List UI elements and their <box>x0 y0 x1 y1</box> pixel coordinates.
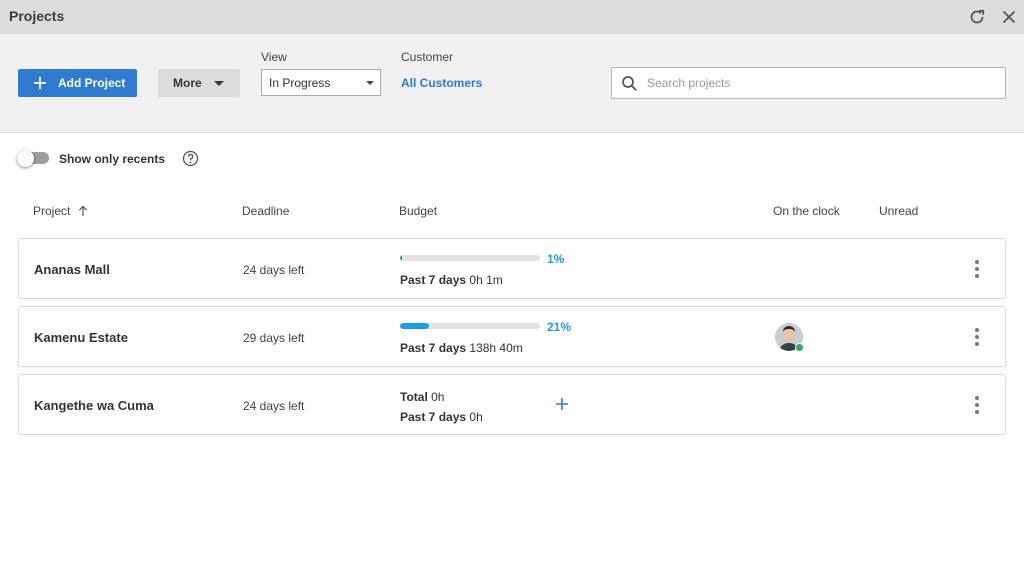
project-row-kamenu-estate[interactable]: Kamenu Estate 29 days left 21% Past 7 da… <box>18 306 1006 367</box>
add-project-button[interactable]: Add Project <box>18 69 137 97</box>
window-title: Projects <box>9 8 65 24</box>
project-row-ananas-mall[interactable]: Ananas Mall 24 days left 1% Past 7 days … <box>18 238 1006 299</box>
project-deadline: 29 days left <box>243 331 305 345</box>
project-name: Ananas Mall <box>34 262 110 277</box>
column-header-project[interactable]: Project <box>33 204 88 218</box>
caret-down-icon <box>214 81 224 86</box>
caret-down-icon <box>366 81 374 85</box>
project-deadline: 24 days left <box>243 399 305 413</box>
project-row-kangethe-wa-cuma[interactable]: Kangethe wa Cuma 24 days left Total 0h P… <box>18 374 1006 435</box>
title-bar: Projects <box>0 0 1024 34</box>
project-deadline: 24 days left <box>243 263 305 277</box>
budget-total: Total 0h <box>400 390 444 404</box>
past-7-days: Past 7 days 0h <box>400 410 483 424</box>
past-7-days-value: 138h 40m <box>469 341 523 355</box>
search-icon <box>622 76 637 91</box>
view-select[interactable]: In Progress <box>261 69 381 96</box>
plus-icon <box>34 77 46 89</box>
column-header-on-the-clock[interactable]: On the clock <box>773 204 840 218</box>
more-button[interactable]: More <box>158 69 240 97</box>
past-7-days-label: Past 7 days <box>400 273 467 287</box>
view-label: View <box>261 50 287 64</box>
help-icon[interactable] <box>182 150 199 167</box>
sort-ascending-icon <box>78 205 87 216</box>
budget-progress-fill <box>400 255 403 261</box>
search-input[interactable] <box>647 74 997 92</box>
search-box[interactable] <box>611 67 1006 99</box>
budget-percent: 1% <box>547 252 565 266</box>
past-7-days: Past 7 days 138h 40m <box>400 341 523 355</box>
budget-progress-bar <box>400 255 540 261</box>
budget-total-label: Total <box>400 390 428 404</box>
budget-percent: 21% <box>547 320 572 334</box>
more-label: More <box>173 76 202 90</box>
budget-total-value: 0h <box>431 390 445 404</box>
close-icon[interactable] <box>999 7 1019 27</box>
past-7-days-label: Past 7 days <box>400 341 467 355</box>
more-options-icon[interactable] <box>974 260 980 278</box>
more-options-icon[interactable] <box>974 396 980 414</box>
show-only-recents-label: Show only recents <box>59 152 166 166</box>
past-7-days-label: Past 7 days <box>400 410 467 424</box>
more-options-icon[interactable] <box>974 328 980 346</box>
budget-progress-fill <box>400 323 430 329</box>
show-only-recents-toggle[interactable] <box>17 150 49 167</box>
budget-progress-bar <box>400 323 540 329</box>
online-status-dot <box>795 343 804 352</box>
add-budget-plus-icon[interactable] <box>554 396 570 412</box>
project-name: Kamenu Estate <box>34 330 128 345</box>
add-project-label: Add Project <box>58 76 126 90</box>
project-name: Kangethe wa Cuma <box>34 398 154 413</box>
column-header-unread[interactable]: Unread <box>879 204 918 218</box>
past-7-days-value: 0h <box>469 410 483 424</box>
column-header-project-label: Project <box>33 204 71 218</box>
column-header-deadline[interactable]: Deadline <box>242 204 289 218</box>
column-header-budget[interactable]: Budget <box>399 204 437 218</box>
customer-filter-link[interactable]: All Customers <box>401 76 482 90</box>
past-7-days-value: 0h 1m <box>469 273 503 287</box>
customer-label: Customer <box>401 50 454 64</box>
view-select-value: In Progress <box>269 76 331 90</box>
refresh-icon[interactable] <box>967 7 987 27</box>
past-7-days: Past 7 days 0h 1m <box>400 273 503 287</box>
toggle-knob <box>17 150 34 167</box>
toolbar: Add Project More View In Progress Custom… <box>0 34 1024 133</box>
